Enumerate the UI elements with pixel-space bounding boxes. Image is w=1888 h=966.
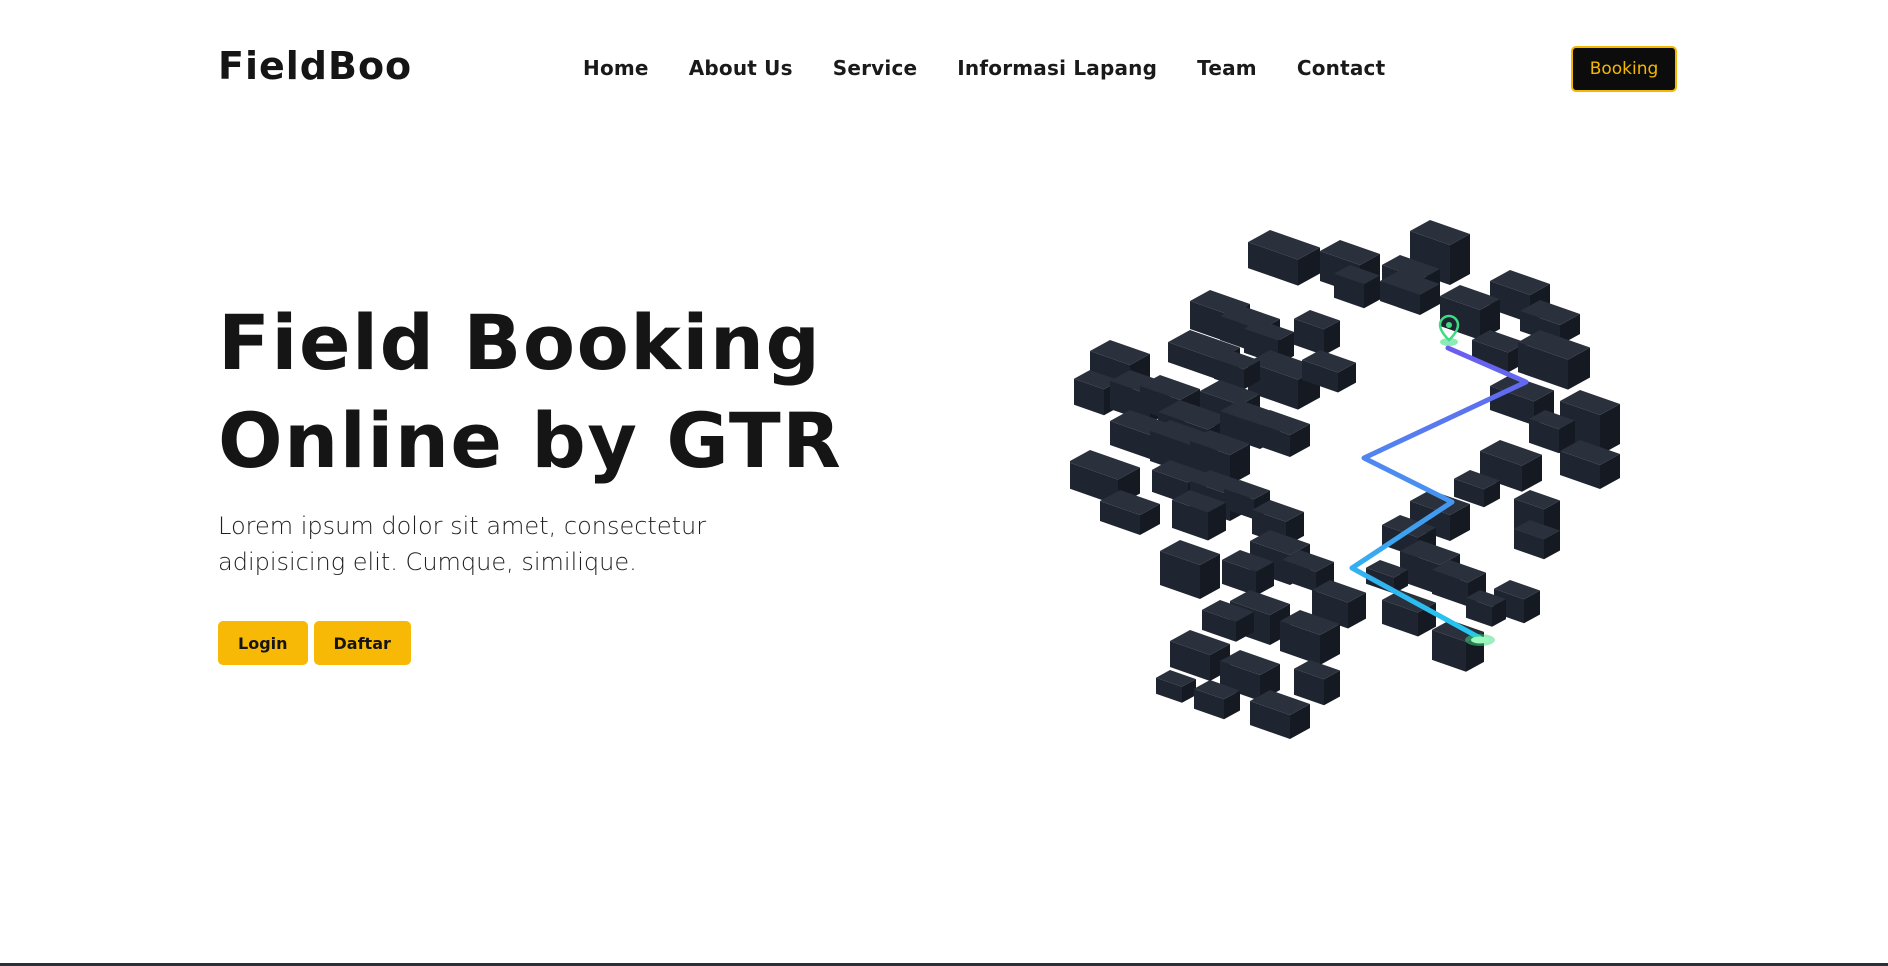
hero-description: Lorem ipsum dolor sit amet, consectetur … — [218, 512, 707, 576]
nav-link-team[interactable]: Team — [1197, 56, 1257, 80]
end-pin-icon — [1465, 634, 1495, 646]
city-blocks — [1070, 220, 1620, 739]
city-block — [1294, 660, 1340, 706]
hero-title-line-1: Field Booking — [218, 298, 822, 387]
navbar: FieldBoo Home About Us Service Informasi… — [0, 0, 1888, 140]
nav-link-about[interactable]: About Us — [689, 56, 793, 80]
nav-item-service: Service — [833, 56, 918, 80]
city-block — [1472, 330, 1526, 373]
nav-link-home[interactable]: Home — [583, 56, 649, 80]
nav-item-contact: Contact — [1297, 56, 1386, 80]
city-block — [1156, 670, 1196, 703]
nav-item-informasi: Informasi Lapang — [957, 56, 1157, 80]
landing-page: FieldBoo Home About Us Service Informasi… — [0, 0, 1888, 966]
city-block — [1250, 410, 1310, 457]
hero-title-line-2: Online by GTR — [218, 396, 843, 485]
hero-actions: Login Daftar — [218, 621, 411, 665]
login-button[interactable]: Login — [218, 621, 308, 665]
city-block — [1100, 490, 1160, 535]
city-block — [1248, 230, 1320, 286]
city-block — [1250, 690, 1310, 739]
register-button[interactable]: Daftar — [313, 621, 411, 665]
nav-link-service[interactable]: Service — [833, 56, 918, 80]
nav-menu: Home About Us Service Informasi Lapang T… — [583, 56, 1385, 80]
hero-title: Field Booking Online by GTR — [218, 294, 858, 490]
nav-item-team: Team — [1197, 56, 1257, 80]
nav-link-informasi-lapang[interactable]: Informasi Lapang — [957, 56, 1157, 80]
city-block — [1294, 310, 1340, 356]
city-block — [1518, 330, 1590, 390]
brand-logo[interactable]: FieldBoo — [218, 44, 412, 88]
city-block — [1160, 540, 1220, 599]
nav-item-about: About Us — [689, 56, 793, 80]
isometric-city-route-icon — [1070, 220, 1620, 739]
nav-link-contact[interactable]: Contact — [1297, 56, 1386, 80]
booking-button[interactable]: Booking — [1571, 46, 1677, 92]
nav-item-home: Home — [583, 56, 649, 80]
